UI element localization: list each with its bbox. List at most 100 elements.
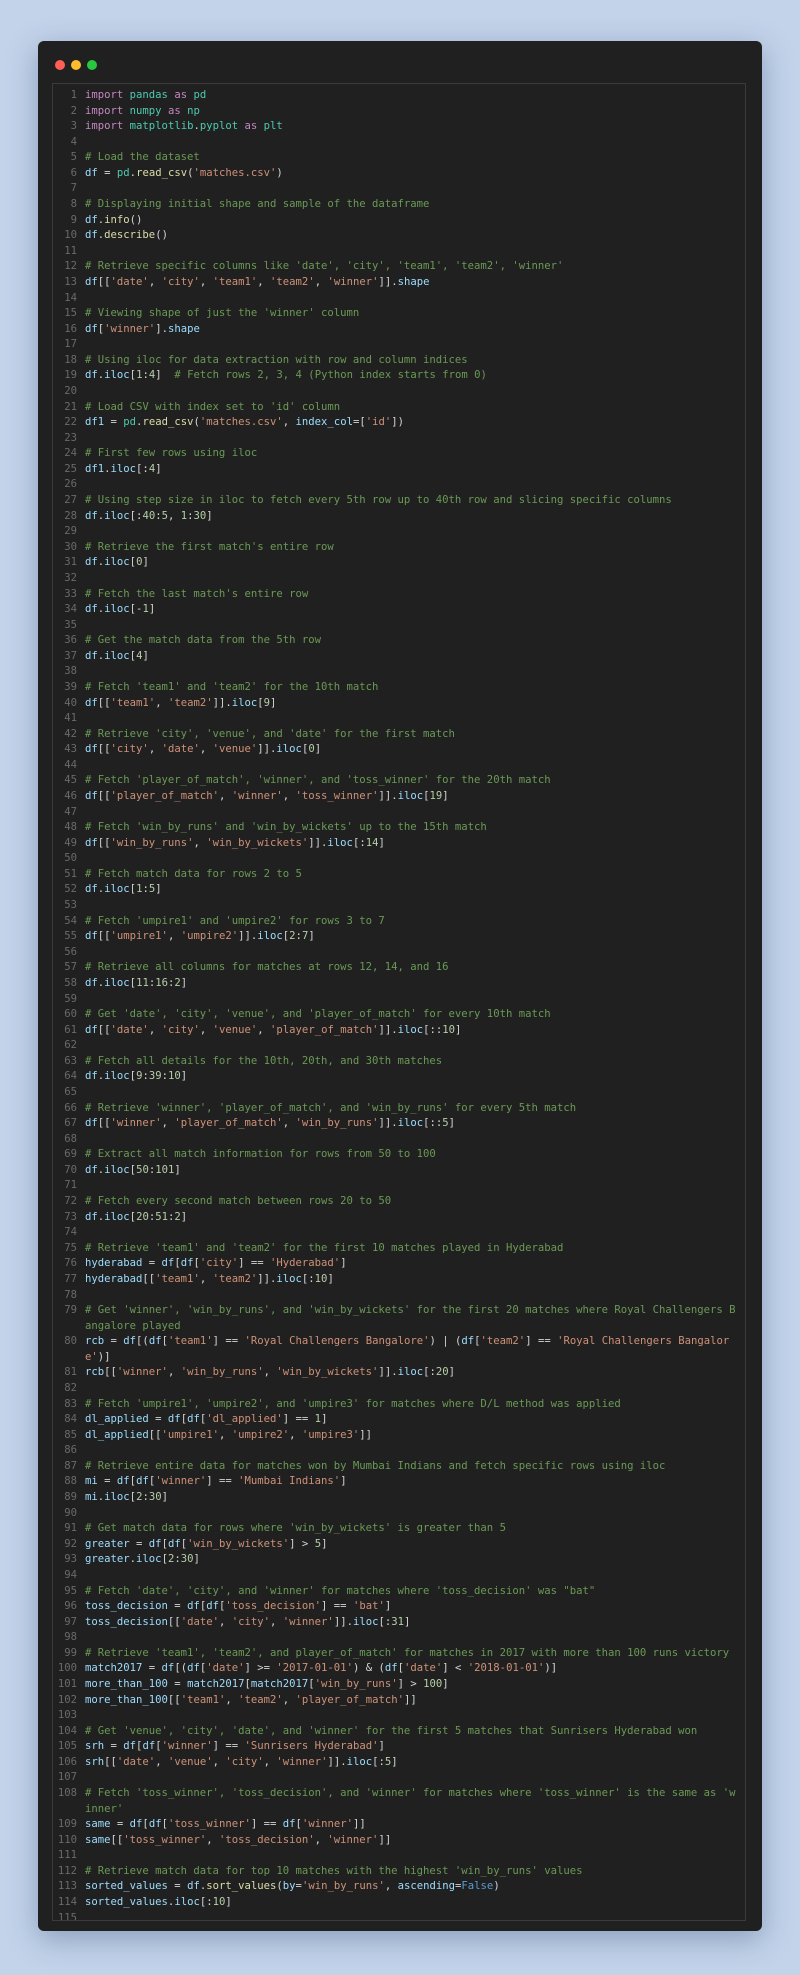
line-number: 57	[64, 961, 77, 974]
line-content	[85, 805, 745, 821]
code-line: 57 # Retrieve all columns for matches at …	[53, 960, 745, 976]
line-content	[85, 664, 745, 680]
line-number: 78	[64, 1288, 77, 1301]
line-number: 9	[70, 213, 77, 226]
line-content	[85, 1132, 745, 1148]
code-line: 107	[53, 1770, 745, 1786]
line-number: 4	[70, 135, 77, 148]
line-content	[85, 1085, 745, 1101]
line-number: 52	[64, 883, 77, 896]
line-number: 65	[64, 1086, 77, 1098]
line-number: 88	[64, 1475, 77, 1488]
code-line: 47	[53, 805, 745, 821]
maximize-button[interactable]	[87, 60, 97, 70]
code-line: 13 df[['date', 'city', 'team1', 'team2', …	[53, 275, 745, 291]
line-content: # Fetch 'team1' and 'team2' for the 10th…	[85, 680, 379, 693]
code-line: 6 df = pd.read_csv('matches.csv')	[53, 166, 745, 182]
line-number: 23	[64, 431, 77, 444]
line-number: 84	[64, 1413, 77, 1426]
code-line: 11	[53, 244, 745, 260]
code-line: 56	[53, 945, 745, 961]
line-content: # Using step size in iloc to fetch every…	[85, 494, 672, 507]
line-content: greater = df[df['win_by_wickets'] > 5]	[85, 1537, 328, 1550]
code-line: 110 same[['toss_winner', 'toss_decision',…	[53, 1833, 745, 1849]
line-content: rcb[['winner', 'win_by_runs', 'win_by_wi…	[85, 1366, 456, 1379]
code-line: 38	[53, 664, 745, 680]
line-number: 108	[57, 1787, 77, 1800]
code-line: 108 # Fetch 'toss_winner', 'toss_decision…	[53, 1786, 745, 1817]
line-number: 81	[64, 1366, 77, 1379]
line-content	[85, 851, 745, 867]
line-content	[85, 945, 745, 961]
line-content: # Fetch 'win_by_runs' and 'win_by_wicket…	[85, 821, 487, 834]
close-button[interactable]	[55, 60, 65, 70]
code-line: 68	[53, 1132, 745, 1148]
line-content	[85, 571, 745, 587]
line-number: 59	[64, 992, 77, 1005]
code-line: 23	[53, 431, 745, 447]
line-number: 28	[64, 509, 77, 522]
code-editor[interactable]: 1 import pandas as pd 2 import numpy as np 3…	[52, 83, 746, 1921]
line-content: # Displaying initial shape and sample of…	[85, 198, 430, 211]
code-line: 113 sorted_values = df.sort_values(by='wi…	[53, 1879, 745, 1895]
line-number: 63	[64, 1054, 77, 1067]
line-number: 61	[64, 1023, 77, 1036]
line-content: df[['winner', 'player_of_match', 'win_by…	[85, 1117, 456, 1130]
line-number: 8	[70, 198, 77, 211]
line-content: sorted_values.iloc[:10]	[85, 1896, 232, 1909]
code-line: 2 import numpy as np	[53, 104, 745, 120]
line-number: 25	[64, 462, 77, 475]
line-content: toss_decision[['date', 'city', 'winner']…	[85, 1615, 411, 1628]
code-line: 86	[53, 1443, 745, 1459]
line-content	[85, 135, 745, 151]
line-content: import numpy as np	[85, 104, 200, 117]
line-content: # Retrieve match data for top 10 matches…	[85, 1864, 583, 1877]
code-line: 69 # Extract all match information for ro…	[53, 1147, 745, 1163]
code-line: 19 df.iloc[1:4] # Fetch rows 2, 3, 4 (Pyt…	[53, 368, 745, 384]
line-content: # Viewing shape of just the 'winner' col…	[85, 307, 360, 320]
line-number: 83	[64, 1397, 77, 1410]
code-line: 10 df.describe()	[53, 228, 745, 244]
line-content: # Retrieve 'team1', 'team2', and player_…	[85, 1646, 730, 1659]
code-line: 75 # Retrieve 'team1' and 'team2' for the…	[53, 1241, 745, 1257]
line-number: 79	[64, 1304, 77, 1317]
code-line: 81 rcb[['winner', 'win_by_runs', 'win_by_…	[53, 1365, 745, 1381]
line-number: 7	[70, 182, 77, 195]
line-content: # Fetch match data for rows 2 to 5	[85, 867, 302, 880]
code-line: 106 srh[['date', 'venue', 'city', 'winner…	[53, 1755, 745, 1771]
code-line: 26	[53, 477, 745, 493]
line-number: 107	[57, 1771, 77, 1784]
line-content: # Fetch the last match's entire row	[85, 587, 309, 600]
line-content: srh[['date', 'venue', 'city', 'winner']]…	[85, 1755, 398, 1768]
line-content	[85, 1708, 745, 1724]
line-content	[85, 1225, 745, 1241]
line-number: 92	[64, 1537, 77, 1550]
line-content: # Get the match data from the 5th row	[85, 634, 321, 647]
code-line: 36 # Get the match data from the 5th row	[53, 633, 745, 649]
line-number: 49	[64, 836, 77, 849]
line-content	[85, 431, 745, 447]
code-line: 53	[53, 898, 745, 914]
code-line: 78	[53, 1288, 745, 1304]
line-number: 100	[57, 1662, 77, 1675]
code-line: 25 df1.iloc[:4]	[53, 462, 745, 478]
line-number: 91	[64, 1522, 77, 1535]
code-line: 63 # Fetch all details for the 10th, 20th…	[53, 1054, 745, 1070]
line-content	[85, 477, 745, 493]
line-number: 89	[64, 1491, 77, 1504]
line-content: df[['team1', 'team2']].iloc[9]	[85, 696, 277, 709]
line-content	[85, 711, 745, 727]
line-number: 56	[64, 945, 77, 958]
line-number: 85	[64, 1428, 77, 1441]
code-line: 31 df.iloc[0]	[53, 555, 745, 571]
line-content: df.info()	[85, 213, 143, 226]
line-number: 62	[64, 1039, 77, 1052]
line-number: 113	[57, 1880, 77, 1893]
line-number: 36	[64, 634, 77, 647]
code-line: 27 # Using step size in iloc to fetch eve…	[53, 493, 745, 509]
line-content: import matplotlib.pyplot as plt	[85, 120, 283, 133]
line-number: 53	[64, 899, 77, 912]
minimize-button[interactable]	[71, 60, 81, 70]
code-line: 61 df[['date', 'city', 'venue', 'player_o…	[53, 1023, 745, 1039]
code-line: 109 same = df[df['toss_winner'] == df['wi…	[53, 1817, 745, 1833]
